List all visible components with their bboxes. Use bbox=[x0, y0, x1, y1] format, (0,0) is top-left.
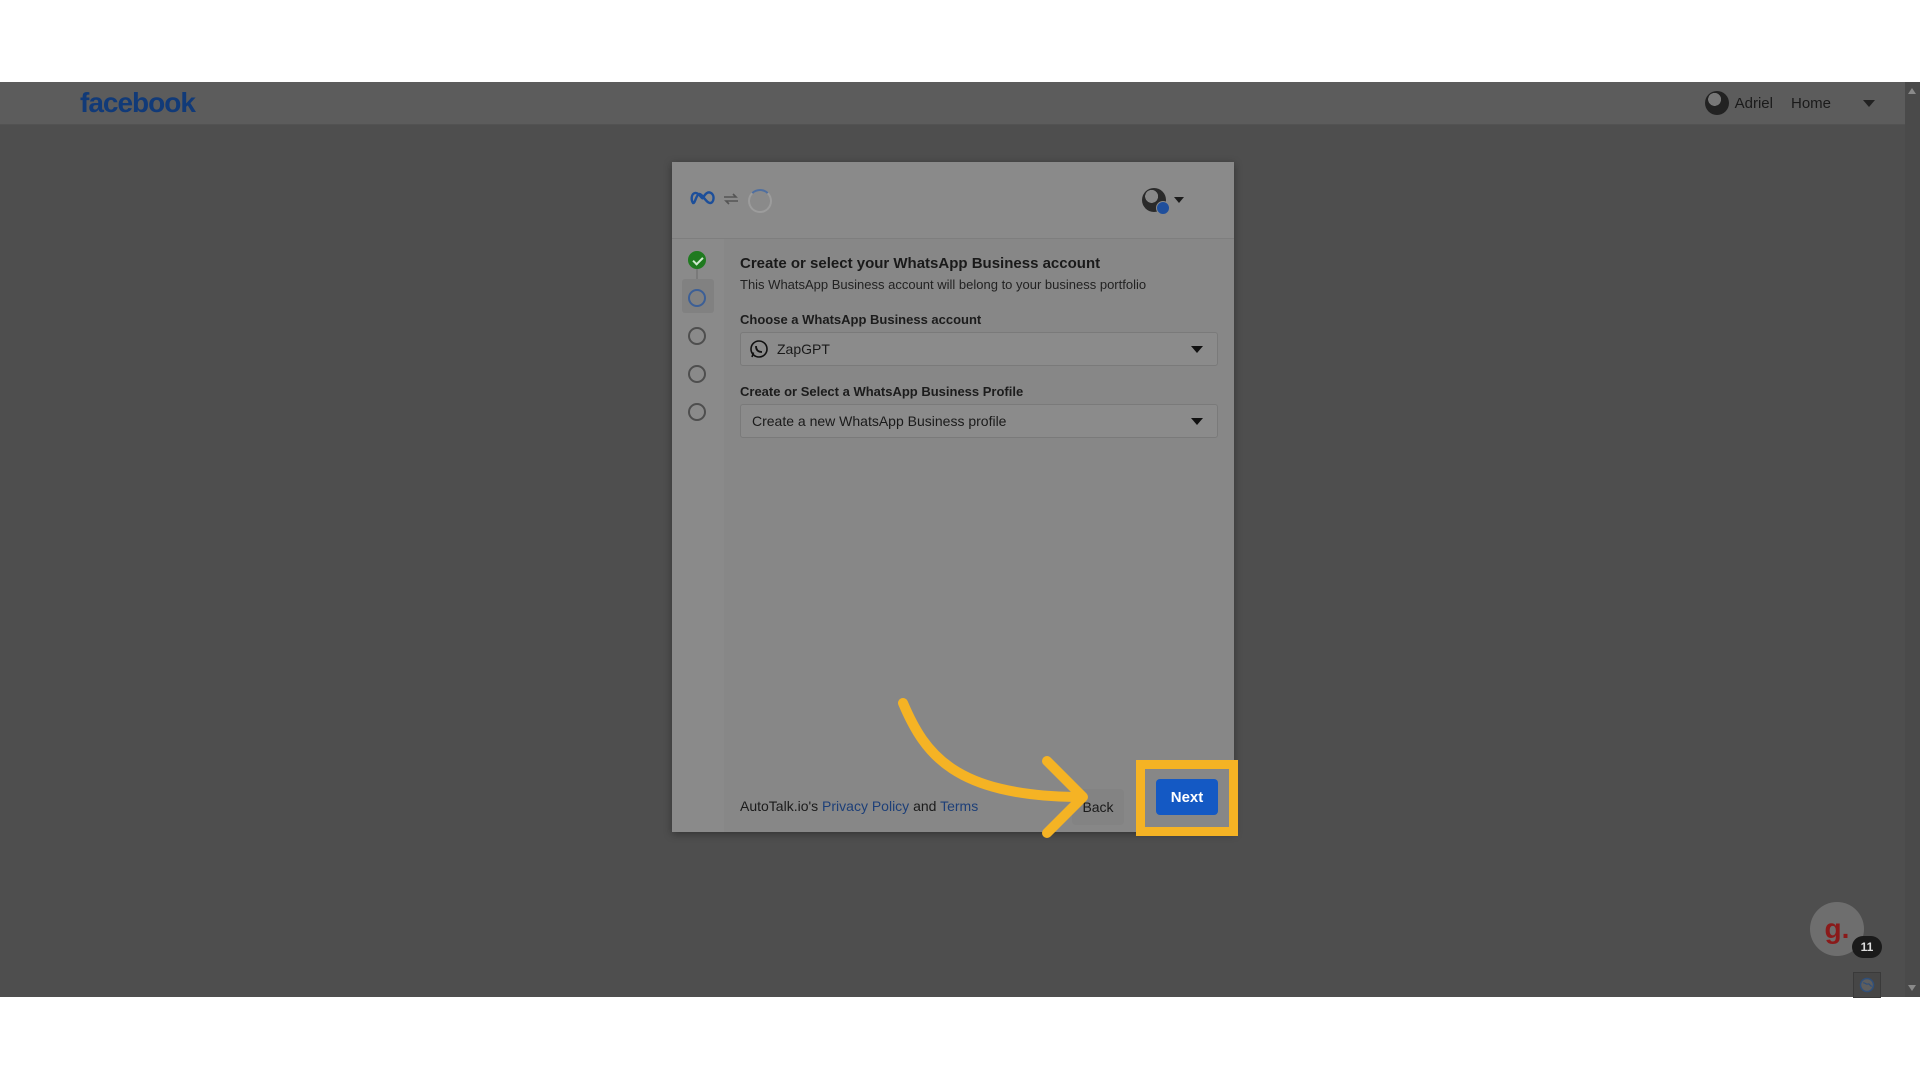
profile-select-value: Create a new WhatsApp Business profile bbox=[752, 413, 1007, 429]
page-scrollbar[interactable] bbox=[1905, 82, 1920, 997]
notification-badge: 11 bbox=[1852, 936, 1882, 958]
step-4-icon bbox=[688, 365, 706, 383]
header-user[interactable]: Adriel bbox=[1704, 91, 1773, 115]
user-name[interactable]: Adriel bbox=[1735, 95, 1773, 112]
dialog-subtitle: This WhatsApp Business account will belo… bbox=[740, 277, 1147, 292]
whatsapp-icon bbox=[750, 340, 768, 358]
home-link[interactable]: Home bbox=[1791, 95, 1831, 112]
facebook-badge-icon bbox=[1156, 201, 1170, 215]
footer-prefix: AutoTalk.io's bbox=[740, 798, 819, 814]
facebook-header: facebook Adriel Home bbox=[0, 82, 1905, 125]
spinner-icon bbox=[748, 189, 772, 213]
globe-icon[interactable] bbox=[1853, 972, 1881, 998]
next-button[interactable]: Next bbox=[1156, 779, 1218, 815]
progress-steps bbox=[672, 239, 724, 832]
scroll-up-icon[interactable] bbox=[1908, 88, 1916, 94]
dialog-header bbox=[672, 162, 1234, 239]
whatsapp-profile-select[interactable]: Create a new WhatsApp Business profile bbox=[740, 404, 1218, 438]
browser-viewport: facebook Adriel Home Create or select yo… bbox=[0, 82, 1920, 997]
meta-logo-icon bbox=[690, 191, 715, 205]
account-field-label: Choose a WhatsApp Business account bbox=[740, 312, 982, 327]
header-right: Adriel Home bbox=[1704, 82, 1875, 124]
chevron-down-icon[interactable] bbox=[1191, 418, 1203, 425]
avatar[interactable] bbox=[1142, 188, 1170, 215]
dialog-account-switcher[interactable] bbox=[1142, 188, 1184, 215]
profile-field-label: Create or Select a WhatsApp Business Pro… bbox=[740, 384, 1024, 399]
dialog-title: Create or select your WhatsApp Business … bbox=[740, 255, 1101, 272]
account-select-value: ZapGPT bbox=[777, 341, 830, 357]
facebook-logo[interactable]: facebook bbox=[80, 87, 196, 119]
step-3-icon bbox=[688, 327, 706, 345]
scroll-down-icon[interactable] bbox=[1908, 985, 1916, 991]
account-menu-chevron-down-icon[interactable] bbox=[1863, 99, 1875, 107]
step-2-current-icon bbox=[688, 289, 706, 307]
chevron-down-icon[interactable] bbox=[1174, 197, 1184, 203]
globe-icon-glyph bbox=[1859, 977, 1875, 993]
avatar[interactable] bbox=[1704, 91, 1729, 115]
chevron-down-icon[interactable] bbox=[1191, 346, 1203, 353]
step-1-complete-icon bbox=[688, 251, 706, 269]
whatsapp-account-select[interactable]: ZapGPT bbox=[740, 332, 1218, 366]
sync-icon bbox=[724, 193, 738, 205]
tutorial-arrow-icon bbox=[898, 698, 1088, 838]
step-5-icon bbox=[688, 403, 706, 421]
